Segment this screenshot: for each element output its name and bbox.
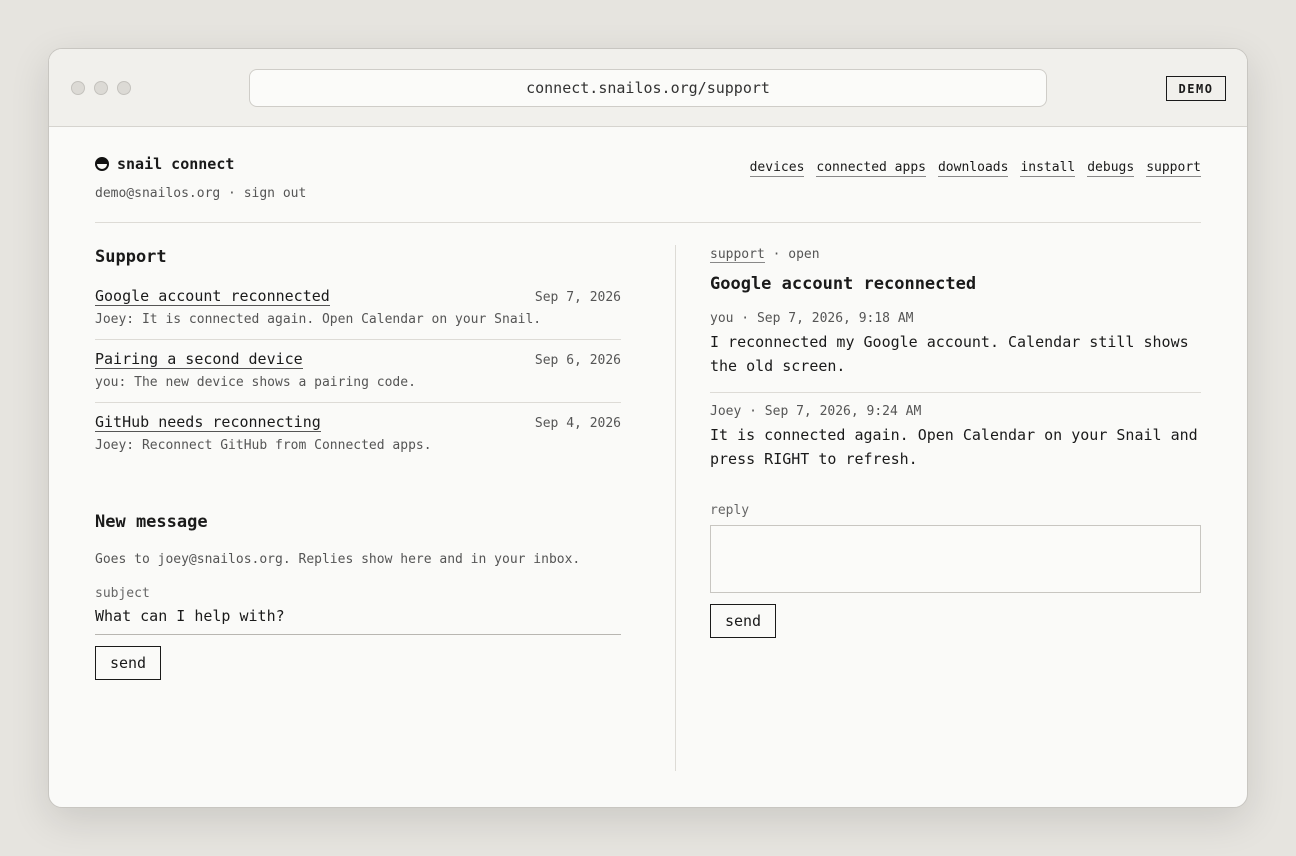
reply-label: reply (710, 503, 750, 518)
message-body: It is connected again. Open Calendar on … (710, 426, 1198, 468)
nav-link-downloads[interactable]: downloads (937, 160, 1009, 177)
breadcrumb-support-link[interactable]: support (710, 247, 765, 263)
top-nav: devices connected apps downloads install… (749, 160, 1201, 177)
thread-item[interactable]: Google account reconnected Sep 7, 2026 J… (95, 277, 621, 340)
new-message-heading: New message (95, 512, 208, 532)
thread-item[interactable]: Pairing a second device Sep 6, 2026 you:… (95, 340, 621, 403)
subject-placeholder: What can I help with? (95, 607, 285, 625)
message-meta: Joey · Sep 7, 2026, 9:24 AM (710, 404, 922, 419)
send-reply-button[interactable]: send (710, 604, 776, 638)
window-minimize-dot[interactable] (94, 81, 108, 95)
address-bar[interactable]: connect.snailos.org/support (249, 69, 1047, 107)
brand-name: snail connect (117, 155, 235, 173)
browser-titlebar: connect.snailos.org/support DEMO (49, 49, 1247, 127)
thread-preview: Joey: Reconnect GitHub from Connected ap… (95, 438, 432, 453)
thread-date: Sep 7, 2026 (534, 290, 621, 305)
send-new-message-button[interactable]: send (95, 646, 161, 680)
message-meta: you · Sep 7, 2026, 9:18 AM (710, 311, 914, 326)
thread-date: Sep 4, 2026 (534, 416, 621, 431)
thread-item[interactable]: GitHub needs reconnecting Sep 4, 2026 Jo… (95, 403, 621, 465)
thread-preview: you: The new device shows a pairing code… (95, 375, 416, 390)
reply-textarea[interactable] (710, 525, 1201, 593)
new-message-hint: Goes to joey@snailos.org. Replies show h… (95, 552, 581, 567)
conversation-panel: support · open Google account reconnecte… (710, 247, 1201, 638)
browser-window: connect.snailos.org/support DEMO snail c… (48, 48, 1248, 808)
snail-logo-icon (95, 157, 109, 171)
conversation-title: Google account reconnected (710, 274, 977, 294)
thread-preview: Joey: It is connected again. Open Calend… (95, 312, 542, 327)
thread-title[interactable]: Pairing a second device (95, 350, 303, 369)
support-threads: Support Google account reconnected Sep 7… (95, 247, 621, 465)
message-item: Joey · Sep 7, 2026, 9:24 AM It is connec… (710, 393, 1201, 485)
message-item: you · Sep 7, 2026, 9:18 AM I reconnected… (710, 300, 1201, 393)
message-body: I reconnected my Google account. Calenda… (710, 333, 1189, 375)
new-message-form: New message Goes to joey@snailos.org. Re… (95, 512, 621, 680)
thread-title[interactable]: Google account reconnected (95, 287, 330, 306)
breadcrumb-status: · open (764, 247, 820, 262)
subject-input[interactable]: What can I help with? (95, 607, 621, 635)
header-divider (95, 222, 1201, 223)
demo-badge: DEMO (1166, 76, 1226, 101)
nav-link-connected-apps[interactable]: connected apps (816, 160, 926, 177)
thread-title[interactable]: GitHub needs reconnecting (95, 413, 321, 432)
column-divider (675, 245, 676, 771)
thread-date: Sep 6, 2026 (534, 353, 621, 368)
conversation-breadcrumb: support · open (710, 247, 1201, 263)
nav-link-devices[interactable]: devices (749, 160, 805, 177)
subject-label: subject (95, 586, 150, 601)
nav-link-support[interactable]: support (1146, 160, 1201, 177)
support-heading: Support (95, 247, 167, 267)
brand[interactable]: snail connect (95, 155, 234, 173)
nav-link-debugs[interactable]: debugs (1087, 160, 1135, 177)
nav-link-install[interactable]: install (1020, 160, 1076, 177)
window-close-dot[interactable] (71, 81, 85, 95)
window-zoom-dot[interactable] (117, 81, 131, 95)
address-bar-url: connect.snailos.org/support (526, 79, 770, 97)
account-line[interactable]: demo@snailos.org · sign out (95, 186, 306, 201)
page-content: snail connect demo@snailos.org · sign ou… (49, 127, 1247, 807)
